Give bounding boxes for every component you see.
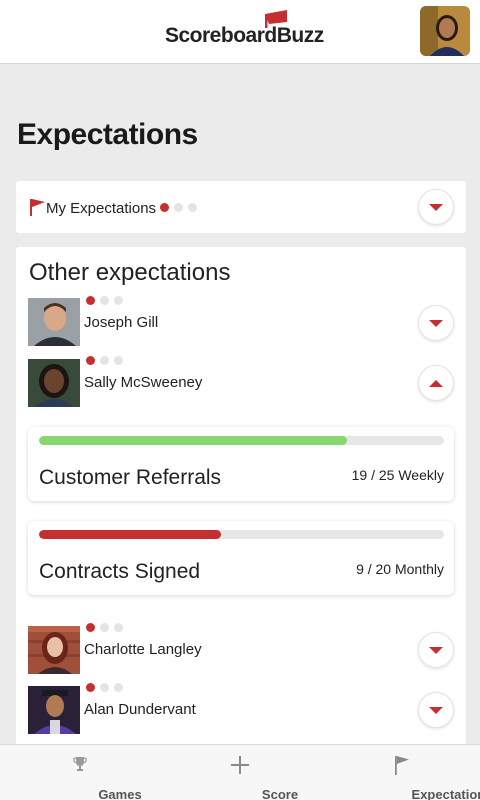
person-name: Joseph Gill: [84, 314, 159, 331]
collapse-person-button[interactable]: [418, 365, 454, 401]
status-dot: [114, 356, 123, 365]
avatar: [28, 359, 80, 407]
nav-label: Score: [261, 787, 299, 800]
chevron-down-icon: [429, 319, 443, 327]
bottom-nav: Games Score Expectations: [0, 744, 480, 800]
avatar: [28, 298, 80, 346]
status-dot: [174, 203, 183, 212]
app-logo: ScoreboardBuzz: [165, 24, 324, 47]
avatar: [28, 686, 80, 734]
metric-value: 9 / 20 Monthly: [356, 561, 444, 577]
status-dot: [86, 296, 95, 305]
my-expectations-label: My Expectations: [46, 200, 157, 217]
person-name: Alan Dundervant: [84, 701, 196, 718]
flag-icon: [395, 756, 409, 775]
status-dot: [100, 356, 109, 365]
nav-label: Games: [98, 787, 142, 800]
my-expectations-card[interactable]: My Expectations: [16, 181, 466, 233]
progress-bar-fill: [39, 530, 222, 539]
page-title: Expectations: [17, 118, 198, 151]
avatar: [28, 626, 80, 674]
user-avatar-icon[interactable]: [420, 6, 470, 56]
nav-item-expectations[interactable]: Expectations: [352, 745, 480, 800]
app-header: ScoreboardBuzz: [0, 0, 480, 64]
status-dot: [114, 683, 123, 692]
flag-icon: [30, 199, 45, 216]
chevron-up-icon: [429, 379, 443, 387]
status-dot: [100, 623, 109, 632]
status-dots: [160, 203, 197, 212]
chevron-down-icon: [429, 646, 443, 654]
nav-item-games[interactable]: Games: [40, 745, 142, 800]
status-dot: [188, 203, 197, 212]
status-dot: [86, 623, 95, 632]
status-dot: [100, 296, 109, 305]
expand-person-button[interactable]: [418, 305, 454, 341]
expand-person-button[interactable]: [418, 692, 454, 728]
chevron-down-icon: [429, 706, 443, 714]
status-dots: [86, 683, 123, 692]
person-name: Charlotte Langley: [84, 641, 202, 658]
trophy-icon: [73, 757, 87, 771]
expectation-metric-card[interactable]: Customer Referrals 19 / 25 Weekly: [28, 427, 454, 501]
progress-bar: [39, 436, 444, 445]
nav-label: Expectations: [411, 787, 480, 800]
expectation-metric-card[interactable]: Contracts Signed 9 / 20 Monthly: [28, 521, 454, 595]
status-dots: [86, 623, 123, 632]
status-dot: [86, 356, 95, 365]
section-title: Other expectations: [29, 259, 231, 286]
status-dots: [86, 296, 123, 305]
expand-my-expectations-button[interactable]: [418, 189, 454, 225]
progress-bar-fill: [39, 436, 347, 445]
metric-name: Contracts Signed: [39, 560, 201, 583]
metric-name: Customer Referrals: [39, 466, 222, 489]
chevron-down-icon: [429, 203, 443, 211]
metric-value: 19 / 25 Weekly: [351, 467, 444, 483]
nav-item-score[interactable]: Score: [200, 745, 298, 800]
status-dot: [86, 683, 95, 692]
expand-person-button[interactable]: [418, 632, 454, 668]
status-dot: [114, 296, 123, 305]
plus-icon: [231, 756, 249, 774]
status-dot: [160, 203, 169, 212]
status-dot: [114, 623, 123, 632]
status-dots: [86, 356, 123, 365]
person-name: Sally McSweeney: [84, 374, 203, 391]
status-dot: [100, 683, 109, 692]
other-expectations-card: Other expectations Joseph Gill Sally McS…: [16, 247, 466, 747]
logo-flag-icon: [265, 10, 287, 28]
progress-bar: [39, 530, 444, 539]
